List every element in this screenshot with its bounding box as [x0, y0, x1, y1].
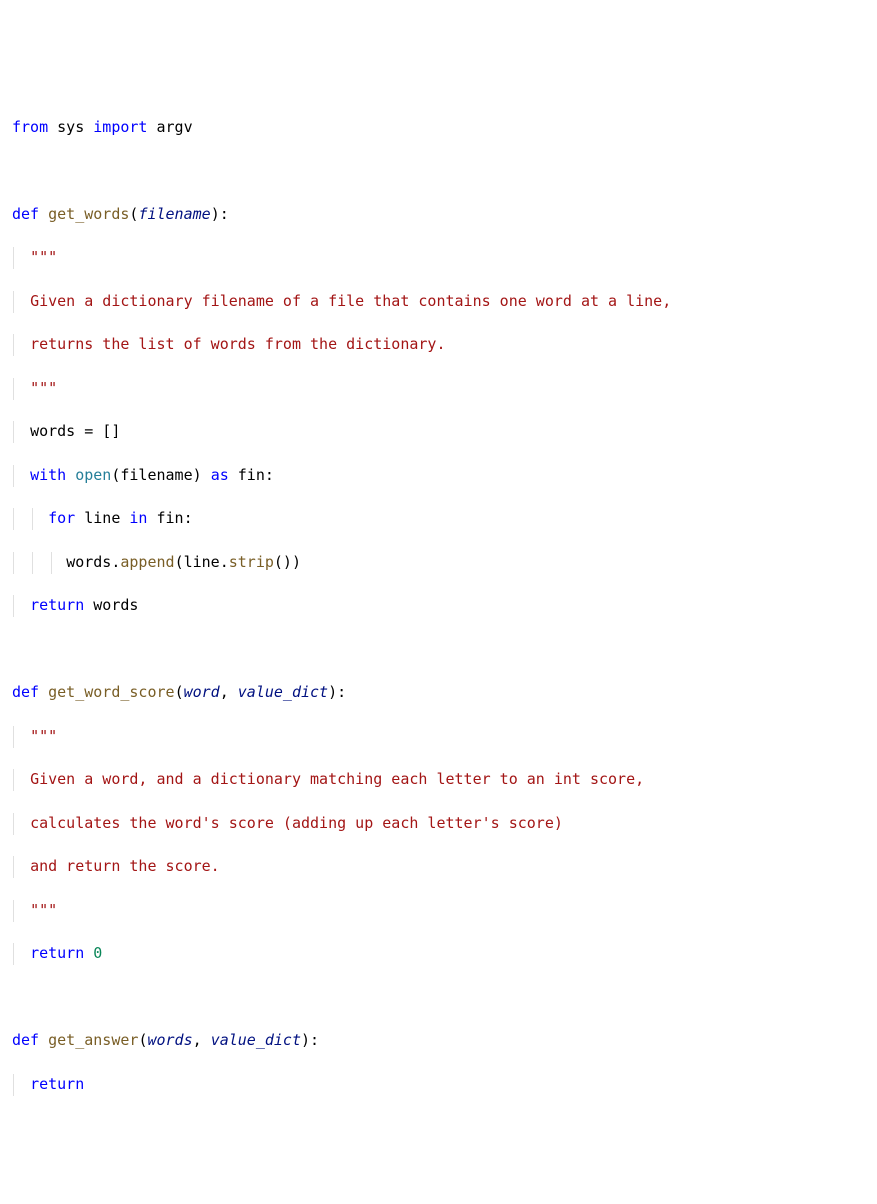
- function-name: get_word_score: [48, 683, 174, 701]
- identifier: fin: [157, 509, 184, 527]
- keyword-as: as: [211, 466, 229, 484]
- code-line: calculates the word's score (adding up e…: [12, 813, 865, 835]
- parameter: word: [184, 683, 220, 701]
- keyword-def: def: [12, 205, 39, 223]
- keyword-return: return: [30, 944, 84, 962]
- code-line: return 0: [12, 943, 865, 965]
- keyword-return: return: [30, 596, 84, 614]
- keyword-import: import: [93, 118, 147, 136]
- code-line: returns the list of words from the dicti…: [12, 334, 865, 356]
- identifier: fin: [238, 466, 265, 484]
- parameter: value_dict: [238, 683, 328, 701]
- code-text: words.: [66, 553, 120, 571]
- code-line: words = []: [12, 421, 865, 443]
- identifier: argv: [157, 118, 193, 136]
- docstring: and return the score.: [30, 857, 220, 875]
- identifier: line: [84, 509, 120, 527]
- identifier: words: [93, 596, 138, 614]
- code-line: def get_words(filename):: [12, 204, 865, 226]
- code-line: for line in fin:: [12, 508, 865, 530]
- parameter: value_dict: [211, 1031, 301, 1049]
- method-strip: strip: [229, 553, 274, 571]
- code-line: def get_answer(words, value_dict):: [12, 1030, 865, 1052]
- code-line: """: [12, 247, 865, 269]
- keyword-from: from: [12, 118, 48, 136]
- keyword-for: for: [48, 509, 75, 527]
- docstring-delim: """: [30, 901, 57, 919]
- code-line: Given a dictionary filename of a file th…: [12, 291, 865, 313]
- docstring-delim: """: [30, 379, 57, 397]
- parameter: words: [147, 1031, 192, 1049]
- docstring: Given a dictionary filename of a file th…: [30, 292, 671, 310]
- blank-line: [12, 160, 865, 182]
- blank-line: [12, 987, 865, 1009]
- docstring: returns the list of words from the dicti…: [30, 335, 445, 353]
- statement: words = []: [30, 422, 120, 440]
- keyword-return: return: [30, 1075, 84, 1093]
- code-line: and return the score.: [12, 856, 865, 878]
- keyword-def: def: [12, 1031, 39, 1049]
- blank-line: [12, 1117, 865, 1139]
- docstring-delim: """: [30, 727, 57, 745]
- blank-line: [12, 1161, 865, 1183]
- keyword-def: def: [12, 683, 39, 701]
- code-line: Given a word, and a dictionary matching …: [12, 769, 865, 791]
- code-text: (line.: [175, 553, 229, 571]
- code-line: return words: [12, 595, 865, 617]
- builtin-open: open: [75, 466, 111, 484]
- code-line: with open(filename) as fin:: [12, 465, 865, 487]
- parameter: filename: [138, 205, 210, 223]
- number-literal: 0: [93, 944, 102, 962]
- code-line: """: [12, 900, 865, 922]
- code-line: words.append(line.strip()): [12, 552, 865, 574]
- code-text: ()): [274, 553, 301, 571]
- function-name: get_answer: [48, 1031, 138, 1049]
- argument: filename: [120, 466, 192, 484]
- module: sys: [57, 118, 84, 136]
- docstring-delim: """: [30, 248, 57, 266]
- code-line: """: [12, 726, 865, 748]
- keyword-in: in: [129, 509, 147, 527]
- code-line: def get_word_score(word, value_dict):: [12, 682, 865, 704]
- code-line: return: [12, 1074, 865, 1096]
- docstring: Given a word, and a dictionary matching …: [30, 770, 644, 788]
- code-block: from sys import argv def get_words(filen…: [12, 95, 865, 1204]
- method-append: append: [120, 553, 174, 571]
- docstring: calculates the word's score (adding up e…: [30, 814, 563, 832]
- keyword-with: with: [30, 466, 66, 484]
- code-line: """: [12, 378, 865, 400]
- function-name: get_words: [48, 205, 129, 223]
- blank-line: [12, 639, 865, 661]
- code-line: from sys import argv: [12, 117, 865, 139]
